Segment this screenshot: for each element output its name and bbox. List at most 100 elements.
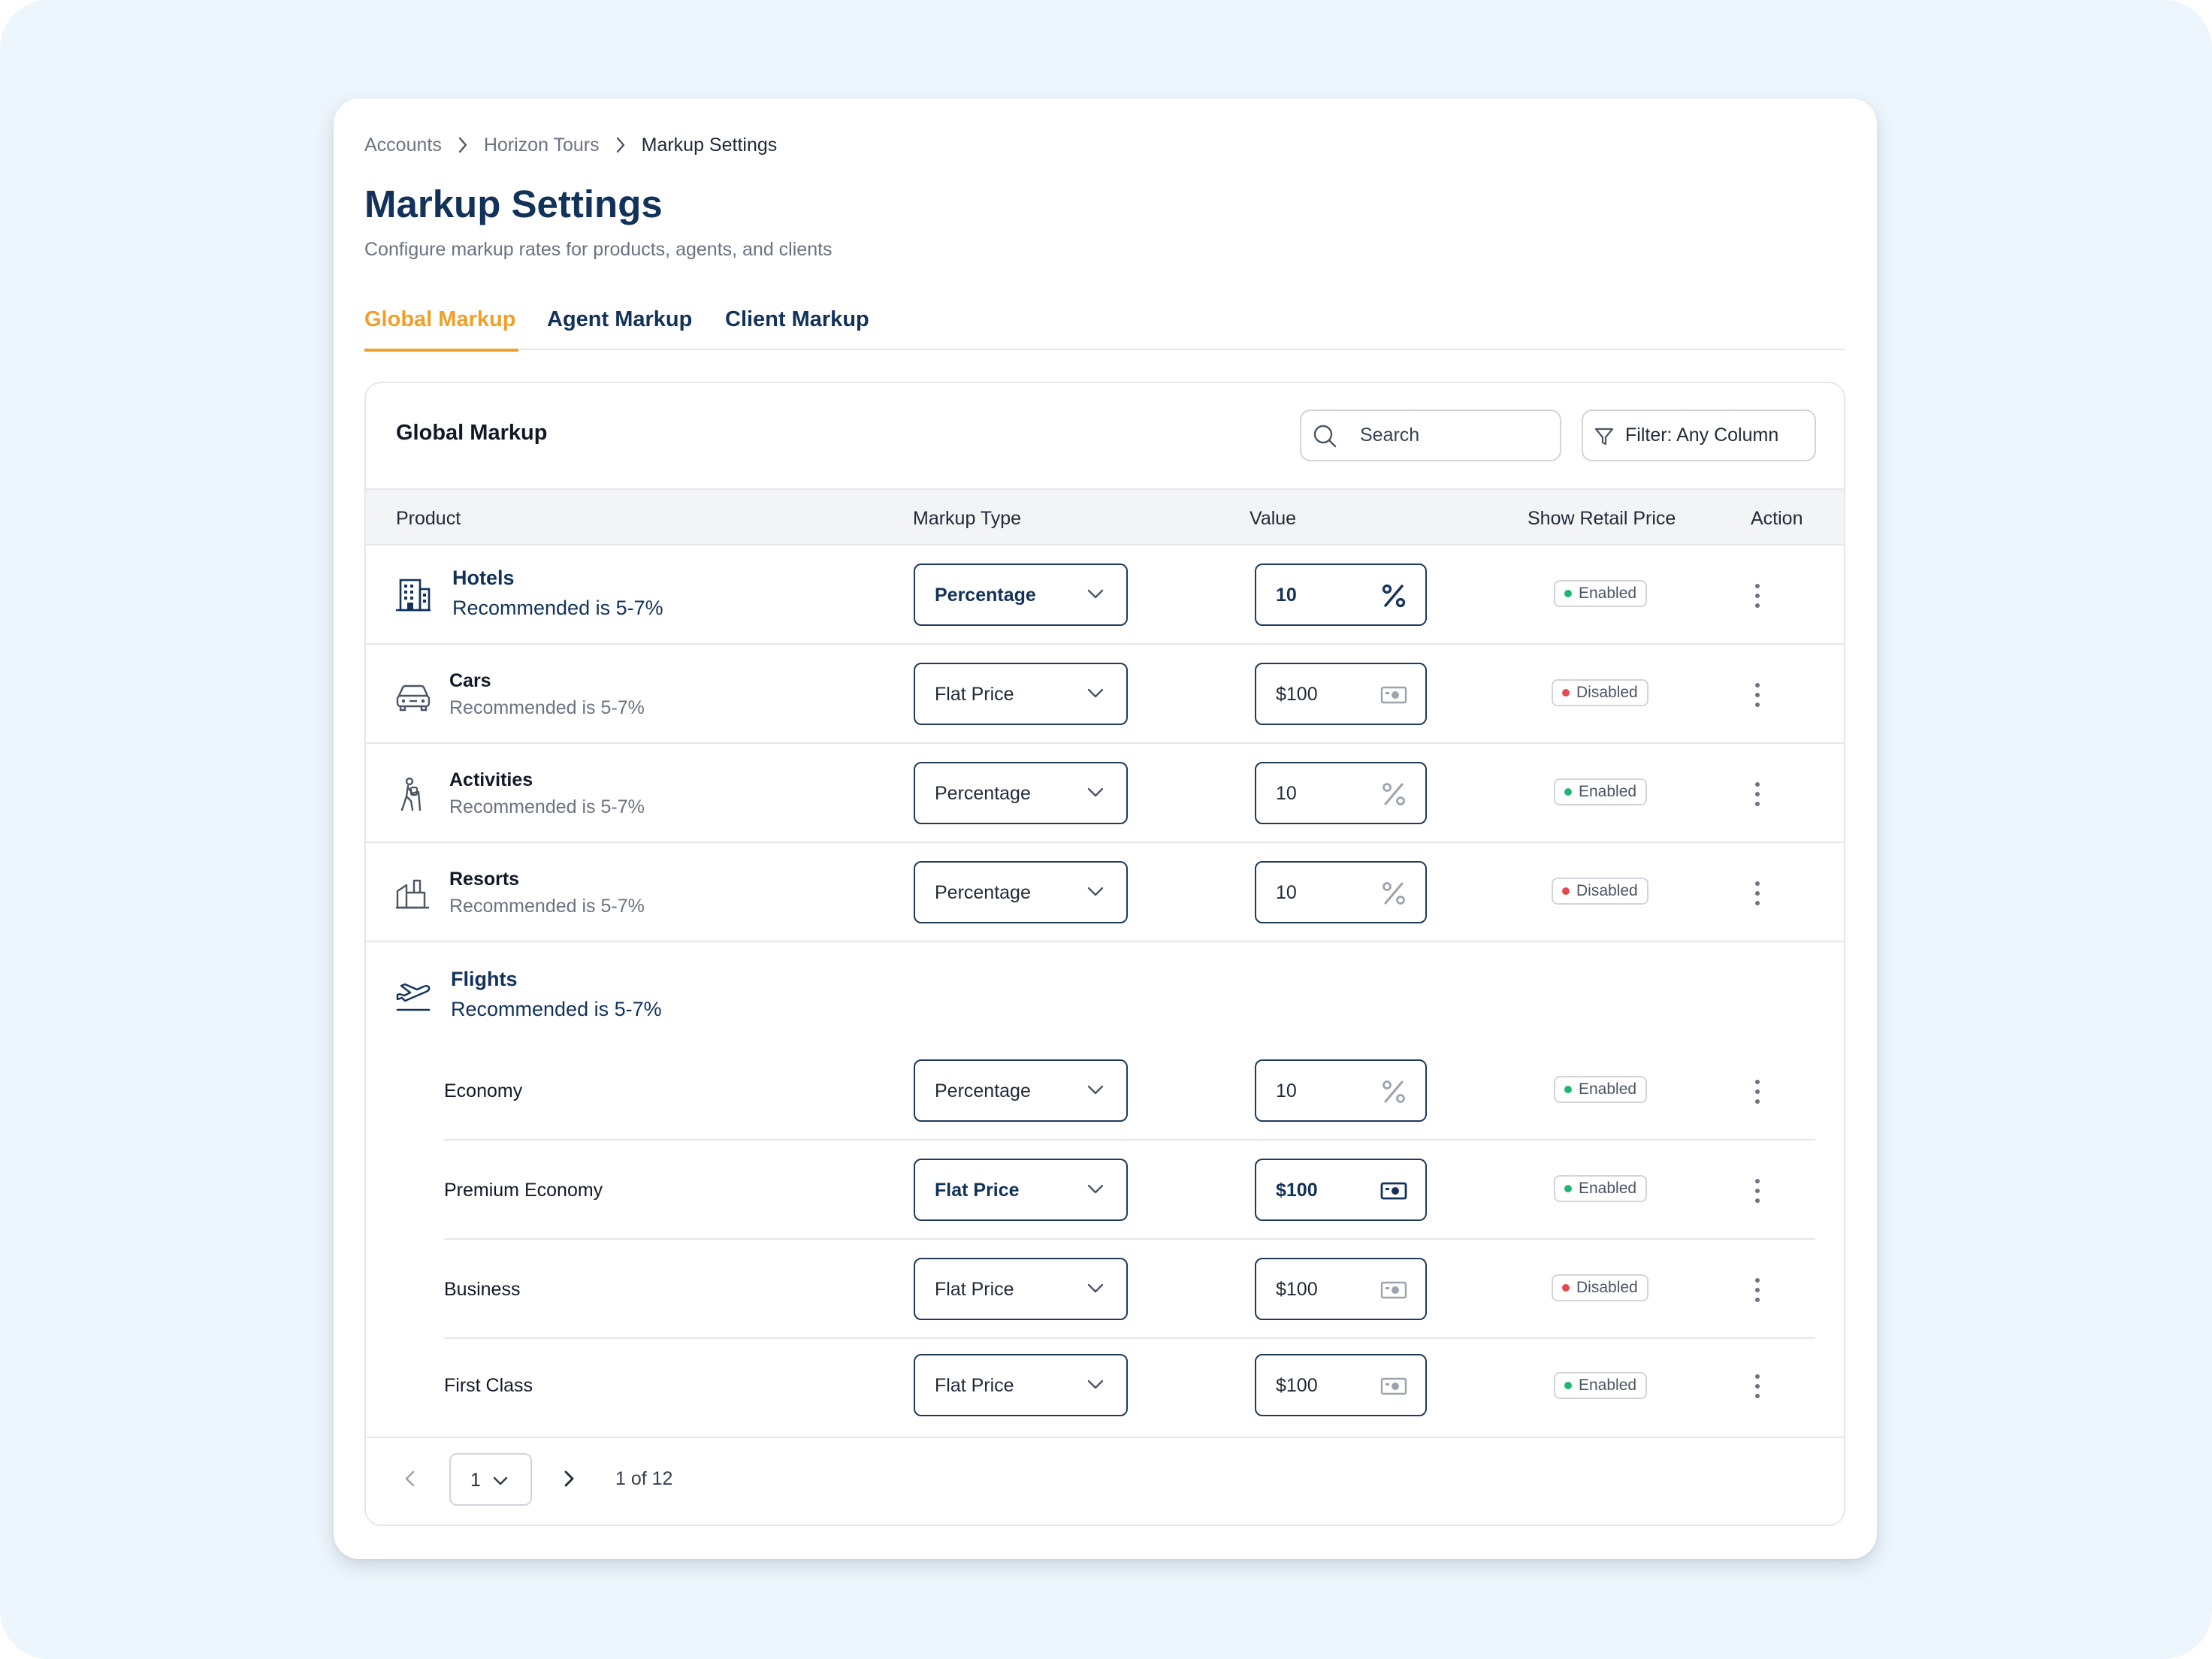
row-actions-button[interactable] — [1746, 1371, 1769, 1401]
markup-type-value: Flat Price — [935, 1375, 1014, 1396]
percent-icon — [1382, 584, 1406, 608]
status-text: Enabled — [1579, 1376, 1637, 1394]
markup-type-select[interactable]: Percentage — [914, 564, 1128, 626]
chevron-down-icon — [1087, 688, 1104, 698]
markup-type-value: Percentage — [935, 585, 1036, 606]
row-actions-button[interactable] — [1746, 1275, 1769, 1305]
header-value: Value — [1250, 508, 1297, 529]
panel-title: Global Markup — [396, 421, 548, 445]
tab-client-markup[interactable]: Client Markup — [725, 304, 869, 350]
percent-icon — [1382, 882, 1405, 905]
status-dot — [1564, 1086, 1572, 1093]
tab-global-markup[interactable]: Global Markup — [364, 304, 519, 352]
markup-type-select[interactable]: Percentage — [914, 861, 1128, 923]
chevron-right-icon[interactable] — [558, 1467, 580, 1490]
status-text: Disabled — [1576, 882, 1638, 899]
markup-type-select[interactable]: Flat Price — [914, 663, 1128, 725]
markup-value-input[interactable]: 10 — [1255, 1059, 1427, 1122]
markup-value-input[interactable]: 10 — [1255, 762, 1427, 824]
status-text: Enabled — [1579, 585, 1637, 602]
markup-type-value: Percentage — [935, 783, 1031, 804]
chevron-down-icon — [1087, 887, 1104, 896]
header-show-retail-price: Show Retail Price — [1528, 508, 1676, 529]
table-header: Product Markup Type Value Show Retail Pr… — [366, 488, 1844, 545]
cash-icon — [1380, 1377, 1407, 1395]
markup-value-input[interactable]: $100 — [1255, 1159, 1427, 1221]
status-dot — [1562, 887, 1570, 895]
filter-button[interactable]: Filter: Any Column — [1582, 409, 1816, 461]
markup-value-input[interactable]: 10 — [1255, 564, 1427, 626]
page-title: Markup Settings — [364, 183, 663, 225]
status-dot — [1564, 590, 1572, 597]
product-name: Flights — [451, 968, 518, 990]
status-badge: Enabled — [1554, 1372, 1648, 1399]
page-select[interactable]: 1 — [449, 1453, 532, 1506]
markup-type-select[interactable]: Flat Price — [914, 1354, 1128, 1416]
tab-agent-markup[interactable]: Agent Markup — [547, 304, 692, 350]
chevron-down-icon — [1087, 589, 1104, 599]
filter-label: Filter: Any Column — [1625, 425, 1779, 446]
status-dot — [1562, 1284, 1570, 1292]
breadcrumb: Accounts Horizon Tours Markup Settings — [364, 134, 777, 156]
search-input[interactable]: Search — [1300, 409, 1561, 461]
header-action: Action — [1751, 508, 1803, 529]
row-actions-button[interactable] — [1746, 779, 1769, 809]
markup-type-select[interactable]: Percentage — [914, 1059, 1128, 1122]
row-divider — [1743, 1139, 1815, 1141]
chevron-right-icon — [600, 134, 642, 156]
markup-type-select[interactable]: Flat Price — [914, 1159, 1128, 1221]
status-dot — [1564, 788, 1572, 796]
product-name: Hotels — [452, 567, 515, 589]
markup-type-value: Flat Price — [935, 1279, 1014, 1300]
cash-icon — [1380, 1281, 1407, 1299]
row-divider — [444, 1139, 1788, 1141]
row-actions-button[interactable] — [1746, 581, 1769, 611]
markup-value-input[interactable]: $100 — [1255, 1258, 1427, 1320]
chevron-down-icon — [1087, 1085, 1104, 1095]
row-divider — [1743, 1238, 1815, 1240]
breadcrumb-accounts[interactable]: Accounts — [364, 134, 442, 156]
row-actions-button[interactable] — [1746, 878, 1769, 908]
status-dot — [1562, 689, 1570, 697]
status-badge: Enabled — [1554, 778, 1648, 805]
row-divider — [366, 941, 1844, 942]
chevron-down-icon — [1087, 1184, 1104, 1194]
markup-value: 10 — [1276, 882, 1297, 903]
markup-type-value: Flat Price — [935, 684, 1014, 705]
status-dot — [1564, 1185, 1572, 1192]
global-markup-panel: Global Markup Search Filter: Any Column … — [364, 382, 1845, 1526]
chevron-left-icon[interactable] — [399, 1467, 422, 1490]
product-recommendation: Recommended is 5-7% — [451, 998, 662, 1020]
chevron-right-icon — [442, 134, 484, 156]
car-icon — [396, 684, 431, 712]
chevron-down-icon — [1087, 787, 1104, 797]
breadcrumb-horizon-tours[interactable]: Horizon Tours — [484, 134, 600, 156]
breadcrumb-markup-settings: Markup Settings — [641, 134, 778, 156]
row-actions-button[interactable] — [1746, 1077, 1769, 1107]
markup-type-select[interactable]: Percentage — [914, 762, 1128, 824]
header-product: Product — [396, 508, 461, 529]
markup-value: $100 — [1276, 1180, 1318, 1201]
markup-value: 10 — [1276, 783, 1297, 804]
markup-type-select[interactable]: Flat Price — [914, 1258, 1128, 1320]
product-name: Cars — [449, 670, 491, 691]
markup-value: 10 — [1276, 585, 1297, 606]
markup-value: 10 — [1276, 1080, 1297, 1101]
cash-icon — [1380, 686, 1407, 704]
markup-value: $100 — [1276, 1375, 1318, 1396]
row-actions-button[interactable] — [1746, 680, 1769, 710]
status-text: Disabled — [1576, 1279, 1638, 1296]
hiking-icon — [400, 777, 422, 811]
row-divider — [444, 1238, 1788, 1240]
status-text: Enabled — [1579, 1180, 1637, 1197]
markup-value-input[interactable]: $100 — [1255, 1354, 1427, 1416]
markup-type-value: Flat Price — [935, 1180, 1020, 1201]
row-actions-button[interactable] — [1746, 1176, 1769, 1206]
row-divider — [366, 742, 1844, 744]
resort-icon — [396, 879, 429, 909]
airplane-takeoff-icon — [396, 983, 431, 1011]
percent-icon — [1382, 783, 1405, 805]
markup-value-input[interactable]: $100 — [1255, 663, 1427, 725]
markup-value-input[interactable]: 10 — [1255, 861, 1427, 923]
product-recommendation: Recommended is 5-7% — [449, 697, 645, 718]
